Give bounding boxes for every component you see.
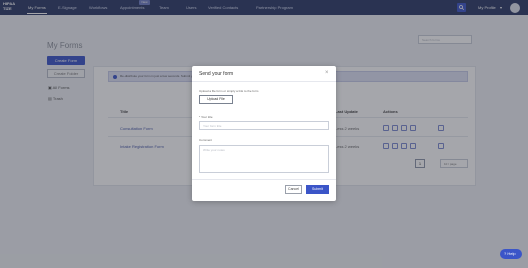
comment-textarea[interactable]: Write your notes	[199, 145, 329, 173]
help-button[interactable]: ? Help	[500, 249, 522, 259]
comment-field-label: Comment	[199, 138, 213, 142]
help-icon: ?	[504, 251, 507, 256]
send-form-dialog: Send your form × Upload a file form or s…	[192, 66, 336, 201]
cancel-button[interactable]: Cancel	[285, 185, 302, 194]
help-label: Help	[507, 251, 516, 256]
dialog-divider	[192, 179, 336, 180]
close-icon[interactable]: ×	[325, 70, 329, 76]
submit-button[interactable]: Submit	[306, 185, 329, 194]
dialog-divider	[192, 81, 336, 82]
upload-file-button[interactable]: Upload File	[199, 95, 233, 104]
upload-instruction: Upload a file form or simply a link to t…	[199, 89, 259, 93]
title-field[interactable]: Your form title	[199, 121, 329, 130]
title-field-label: * Your title	[199, 115, 213, 119]
dialog-title: Send your form	[199, 71, 234, 77]
